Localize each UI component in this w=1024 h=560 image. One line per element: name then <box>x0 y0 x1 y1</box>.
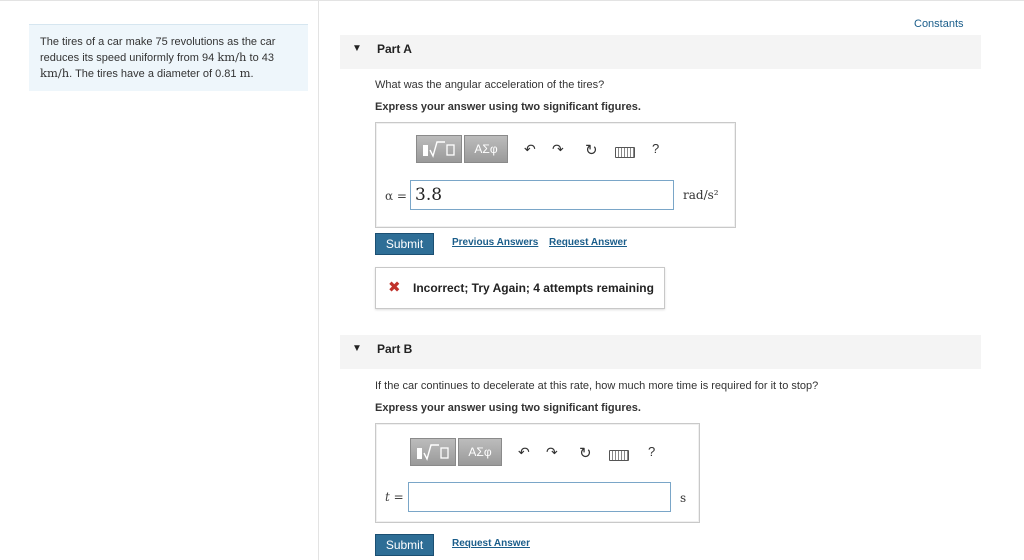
part-b-request-answer-link[interactable]: Request Answer <box>452 538 530 549</box>
part-a-toolbar: ΑΣφ ↶ ↷ ↻ ? <box>416 135 706 165</box>
part-a-variable-label: α = <box>385 189 407 203</box>
keyboard-icon[interactable] <box>609 450 629 461</box>
redo-icon[interactable]: ↷ <box>546 444 558 461</box>
redo-icon[interactable]: ↷ <box>552 141 564 158</box>
part-a-instruction: Express your answer using two significan… <box>375 101 641 113</box>
feedback-message: ✖ Incorrect; Try Again; 4 attempts remai… <box>375 267 665 309</box>
problem-statement: The tires of a car make 75 revolutions a… <box>29 24 308 91</box>
part-b-answer-box: ΑΣφ ↶ ↷ ↻ ? t = s <box>375 423 700 523</box>
part-a-answer-input[interactable]: 3.8 <box>410 180 674 210</box>
part-b-header[interactable]: ▼ Part B <box>340 335 981 369</box>
problem-unit-1: km/h <box>217 50 247 64</box>
math-templates-icon[interactable] <box>410 438 456 466</box>
math-templates-icon[interactable] <box>416 135 462 163</box>
reset-icon[interactable]: ↻ <box>579 444 592 462</box>
part-b-answer-input[interactable] <box>408 482 671 512</box>
top-divider <box>0 0 1024 1</box>
symbols-button[interactable]: ΑΣφ <box>458 438 502 466</box>
part-b-variable-label: t = <box>385 490 404 504</box>
undo-icon[interactable]: ↶ <box>518 444 530 461</box>
help-icon[interactable]: ? <box>652 141 659 156</box>
problem-unit-2: km/h <box>40 66 70 80</box>
part-b-toolbar: ΑΣφ ↶ ↷ ↻ ? <box>410 438 690 468</box>
part-a-unit: rad/s² <box>683 188 719 202</box>
problem-text-b: to 43 <box>246 52 274 64</box>
part-b-submit-button[interactable]: Submit <box>375 534 434 556</box>
collapse-triangle-icon[interactable]: ▼ <box>352 43 362 54</box>
part-b-title: Part B <box>377 342 413 356</box>
problem-unit-3: m <box>239 66 251 80</box>
part-a-header[interactable]: ▼ Part A <box>340 35 981 69</box>
symbols-button[interactable]: ΑΣφ <box>464 135 508 163</box>
keyboard-icon[interactable] <box>615 147 635 158</box>
templates-glyph-icon <box>423 141 455 158</box>
part-a-request-answer-link[interactable]: Request Answer <box>549 237 627 248</box>
incorrect-icon: ✖ <box>388 279 401 296</box>
part-a-question: What was the angular acceleration of the… <box>375 79 605 91</box>
part-a-answer-box: ΑΣφ ↶ ↷ ↻ ? α = 3.8 rad/s² <box>375 122 736 228</box>
part-b-question: If the car continues to decelerate at th… <box>375 380 819 392</box>
part-a-title: Part A <box>377 42 412 56</box>
help-icon[interactable]: ? <box>648 444 655 459</box>
reset-icon[interactable]: ↻ <box>585 141 598 159</box>
column-divider <box>318 0 319 560</box>
problem-text-c: . The tires have a diameter of 0.81 <box>69 68 240 80</box>
undo-icon[interactable]: ↶ <box>524 141 536 158</box>
collapse-triangle-icon[interactable]: ▼ <box>352 343 362 354</box>
problem-text-d: . <box>250 68 254 80</box>
constants-link[interactable]: Constants <box>914 18 964 30</box>
part-a-submit-button[interactable]: Submit <box>375 233 434 255</box>
templates-glyph-icon <box>417 444 449 461</box>
part-b-unit: s <box>680 491 687 505</box>
feedback-text: Incorrect; Try Again; 4 attempts remaini… <box>413 281 654 295</box>
previous-answers-link[interactable]: Previous Answers <box>452 237 538 248</box>
part-b-instruction: Express your answer using two significan… <box>375 402 641 414</box>
